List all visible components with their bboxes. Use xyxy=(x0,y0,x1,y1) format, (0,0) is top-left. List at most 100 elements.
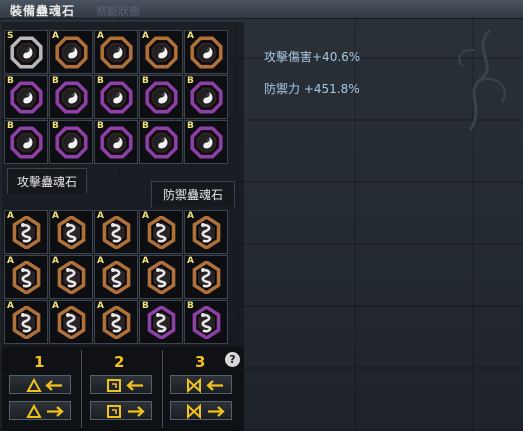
grade-label: A xyxy=(187,31,194,41)
yin-yang-soul-stone-icon xyxy=(190,126,223,159)
yin-yang-soul-stone-icon xyxy=(190,36,223,69)
attack-stone-grid: S A A A A B B B B B B B B B B xyxy=(4,30,228,164)
dragon-soul-stone-icon xyxy=(192,306,221,339)
spiral-rune-icon xyxy=(107,405,145,418)
defense-stone-grid: A A A A A A A A A A A A A B B xyxy=(4,210,228,344)
attack-stone-slot[interactable]: S xyxy=(4,30,48,74)
grade-label: B xyxy=(187,301,194,311)
divider xyxy=(162,350,163,428)
help-button[interactable]: ? xyxy=(225,352,240,367)
defense-stone-slot[interactable]: A xyxy=(184,255,228,299)
decorative-flourish-icon xyxy=(458,28,506,131)
dragon-soul-stone-icon xyxy=(147,216,176,249)
grade-label: B xyxy=(187,121,194,131)
yin-yang-soul-stone-icon xyxy=(145,36,178,69)
attack-stone-slot[interactable]: A xyxy=(49,30,93,74)
yin-yang-soul-stone-icon xyxy=(10,126,43,159)
defense-stone-slot[interactable]: B xyxy=(139,300,183,344)
bowtie-rune-icon xyxy=(187,403,225,420)
spiral-rune-icon xyxy=(107,379,143,392)
defense-stone-slot[interactable]: A xyxy=(139,255,183,299)
attack-stone-slot[interactable]: A xyxy=(139,30,183,74)
attack-stone-slot[interactable]: B xyxy=(184,75,228,119)
grade-label: B xyxy=(142,76,149,86)
grade-label: A xyxy=(7,256,14,266)
yin-yang-soul-stone-icon xyxy=(190,81,223,114)
set3-prev-button[interactable] xyxy=(170,375,232,394)
dragon-soul-stone-icon xyxy=(57,261,86,294)
dragon-soul-stone-icon xyxy=(192,216,221,249)
grade-label: A xyxy=(52,211,59,221)
grade-label: A xyxy=(97,301,104,311)
grade-label: A xyxy=(7,301,14,311)
dragon-soul-stone-icon xyxy=(12,216,41,249)
defense-stone-slot[interactable]: A xyxy=(49,255,93,299)
dragon-soul-stone-icon xyxy=(147,306,176,339)
tab-attack-stones[interactable]: 攻擊蠱魂石 xyxy=(7,168,87,194)
grade-label: S xyxy=(7,31,14,41)
dragon-soul-stone-icon xyxy=(102,261,131,294)
attack-stone-slot[interactable]: A xyxy=(184,30,228,74)
tab-defense-stones[interactable]: 防禦蠱魂石 xyxy=(151,181,235,207)
dragon-soul-stone-icon xyxy=(57,306,86,339)
set3-next-button[interactable] xyxy=(170,401,232,420)
grade-label: A xyxy=(187,256,194,266)
attack-stone-slot[interactable]: B xyxy=(49,75,93,119)
defense-stone-slot[interactable]: A xyxy=(4,210,48,254)
attack-stone-slot[interactable]: B xyxy=(184,120,228,164)
yin-yang-soul-stone-icon xyxy=(55,126,88,159)
grade-label: B xyxy=(97,121,104,131)
defense-stone-slot[interactable]: A xyxy=(94,210,138,254)
yin-yang-soul-stone-icon xyxy=(10,81,43,114)
set2-next-button[interactable] xyxy=(90,401,152,420)
yin-yang-soul-stone-icon xyxy=(55,36,88,69)
attack-stone-slot[interactable]: A xyxy=(94,30,138,74)
defense-stone-slot[interactable]: B xyxy=(184,300,228,344)
grade-label: B xyxy=(142,301,149,311)
attack-stone-slot[interactable]: B xyxy=(4,75,48,119)
dragon-soul-stone-icon xyxy=(102,306,131,339)
set1-next-button[interactable] xyxy=(9,401,71,420)
attack-stone-slot[interactable]: B xyxy=(94,75,138,119)
defense-stone-slot[interactable]: A xyxy=(94,255,138,299)
grade-label: A xyxy=(187,211,194,221)
divider xyxy=(81,350,82,428)
defense-stone-slot[interactable]: A xyxy=(94,300,138,344)
grade-label: A xyxy=(7,211,14,221)
title-bar[interactable]: 裝備蠱魂石 祭斷狀態 xyxy=(0,0,523,19)
dragon-soul-stone-icon xyxy=(57,216,86,249)
set2-prev-button[interactable] xyxy=(90,375,152,394)
grade-label: B xyxy=(7,76,14,86)
yin-yang-soul-stone-icon xyxy=(100,81,133,114)
grade-label: A xyxy=(52,31,59,41)
attack-stone-slot[interactable]: B xyxy=(139,75,183,119)
yin-yang-soul-stone-icon xyxy=(100,126,133,159)
attack-stone-slot[interactable]: B xyxy=(139,120,183,164)
grade-label: B xyxy=(97,76,104,86)
triangle-rune-icon xyxy=(26,377,62,392)
grade-label: B xyxy=(142,121,149,131)
defense-stone-slot[interactable]: A xyxy=(49,210,93,254)
defense-stone-slot[interactable]: A xyxy=(184,210,228,254)
attack-stone-slot[interactable]: B xyxy=(94,120,138,164)
defense-stone-slot[interactable]: A xyxy=(4,300,48,344)
column-number: 3 xyxy=(195,353,206,371)
dragon-soul-stone-icon xyxy=(102,216,131,249)
window-title: 裝備蠱魂石 xyxy=(10,4,76,18)
bowtie-rune-icon xyxy=(187,377,223,394)
attack-stone-slot[interactable]: B xyxy=(49,120,93,164)
set1-prev-button[interactable] xyxy=(9,375,71,394)
attack-stone-slot[interactable]: B xyxy=(4,120,48,164)
grade-label: B xyxy=(52,76,59,86)
defense-stone-slot[interactable]: A xyxy=(139,210,183,254)
grade-label: B xyxy=(7,121,14,131)
grade-label: A xyxy=(97,256,104,266)
defense-stone-slot[interactable]: A xyxy=(49,300,93,344)
defense-stone-slot[interactable]: A xyxy=(4,255,48,299)
yin-yang-soul-stone-icon xyxy=(55,81,88,114)
dragon-soul-stone-icon xyxy=(192,261,221,294)
attack-damage-stat: 攻擊傷害+40.6% xyxy=(264,50,361,64)
grade-label: A xyxy=(97,211,104,221)
column-number: 2 xyxy=(114,353,125,371)
grade-label: A xyxy=(142,31,149,41)
